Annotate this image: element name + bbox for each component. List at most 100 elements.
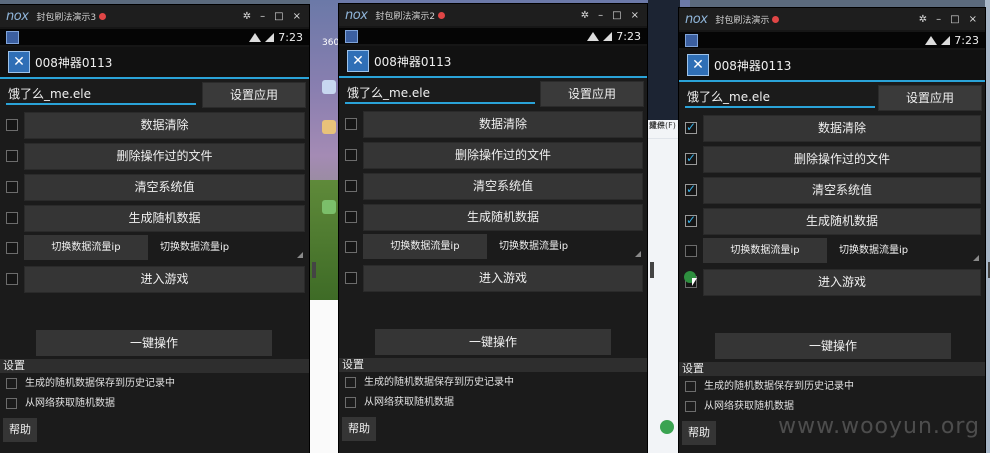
option-save-history[interactable]: 生成的随机数据保存到历史记录中 (345, 375, 514, 391)
desktop-app-icon[interactable] (322, 80, 336, 94)
package-input[interactable]: 饿了么_me.ele (685, 86, 875, 108)
action-row: 数据清除 (339, 111, 647, 138)
app-title: 008神器0113 (714, 58, 792, 73)
desktop-right-edge (985, 0, 990, 453)
action-checkbox[interactable] (345, 118, 357, 130)
option-fetch-network[interactable]: 从网络获取随机数据 (6, 396, 115, 412)
window-resize-handle[interactable] (312, 262, 316, 278)
action-checkbox[interactable] (6, 212, 18, 224)
action-checkbox[interactable] (345, 149, 357, 161)
action-row: 数据清除 (0, 112, 309, 139)
app-x-icon: ✕ (347, 50, 369, 72)
switch-ip-button[interactable]: 切换数据流量ip (24, 235, 148, 260)
action-checkbox[interactable] (6, 181, 18, 193)
desktop-dark-area (648, 0, 680, 120)
action-checkbox[interactable] (685, 151, 697, 165)
action-button[interactable]: 清空系统值 (363, 173, 643, 200)
app-x-icon (685, 33, 698, 47)
action-button[interactable]: 数据清除 (24, 112, 305, 139)
action-checkbox[interactable] (6, 119, 18, 131)
enter-game-button[interactable]: 进入游戏 (24, 266, 305, 293)
maximize-icon[interactable]: □ (612, 10, 621, 21)
set-app-button[interactable]: 设置应用 (540, 81, 644, 107)
window-titlebar[interactable]: nox 封包刷法演示3 ✲ – □ × (0, 5, 309, 27)
checkbox-icon[interactable] (345, 376, 356, 388)
minimize-icon[interactable]: – (936, 14, 941, 25)
window-titlebar[interactable]: nox 封包刷法演示 ✲ – □ × (679, 8, 985, 30)
close-icon[interactable]: × (293, 11, 301, 22)
settings-header: 设置 (0, 359, 309, 373)
action-button[interactable]: 生成随机数据 (703, 208, 981, 235)
one-key-button[interactable]: 一键操作 (375, 329, 611, 355)
gear-icon[interactable]: ✲ (243, 11, 251, 22)
set-app-button[interactable]: 设置应用 (878, 85, 982, 111)
close-icon[interactable]: × (631, 10, 639, 21)
maximize-icon[interactable]: □ (274, 11, 283, 22)
window-titlebar[interactable]: nox 封包刷法演示2 ✲ – □ × (339, 4, 647, 26)
app-content: 饿了么_me.ele 设置应用 数据清除删除操作过的文件清空系统值生成随机数据 … (339, 78, 647, 453)
help-button[interactable]: 帮助 (3, 418, 37, 442)
option-save-history[interactable]: 生成的随机数据保存到历史记录中 (6, 376, 175, 392)
app-x-icon (6, 30, 19, 44)
switch-ip-button[interactable]: 切换数据流量ip (363, 234, 487, 259)
action-button[interactable]: 清空系统值 (703, 177, 981, 204)
enter-game-checkbox[interactable] (6, 273, 18, 285)
checkbox-icon[interactable] (345, 396, 356, 408)
action-button[interactable]: 数据清除 (363, 111, 643, 138)
action-button[interactable]: 生成随机数据 (24, 205, 305, 232)
app-title: 008神器0113 (374, 54, 452, 69)
switch-checkbox[interactable] (6, 242, 18, 254)
action-checkbox[interactable] (685, 182, 697, 196)
action-checkbox[interactable] (685, 120, 697, 134)
action-button[interactable]: 清空系统值 (24, 174, 305, 201)
action-checkbox[interactable] (6, 150, 18, 162)
action-row: 清空系统值 (339, 173, 647, 200)
one-key-button[interactable]: 一键操作 (36, 330, 272, 356)
enter-game-checkbox[interactable] (345, 272, 357, 284)
option-fetch-network[interactable]: 从网络获取随机数据 (685, 399, 794, 415)
package-input[interactable]: 饿了么_me.ele (6, 83, 196, 105)
enter-game-button[interactable]: 进入游戏 (363, 265, 643, 292)
minimize-icon[interactable]: – (260, 11, 265, 22)
action-checkbox[interactable] (345, 211, 357, 223)
desktop-app-icon[interactable] (322, 120, 336, 134)
action-button[interactable]: 数据清除 (703, 115, 981, 142)
close-icon[interactable]: × (969, 14, 977, 25)
app-title: 008神器0113 (35, 55, 113, 70)
emulator-window: nox 封包刷法演示3 ✲ – □ × 7:23 ✕ 008神器0113 饿了么… (0, 5, 309, 453)
checkbox-icon[interactable] (6, 377, 17, 389)
checkbox-icon[interactable] (685, 380, 696, 392)
gear-icon[interactable]: ✲ (919, 14, 927, 25)
switch-ip-spinner[interactable]: 切换数据流量ip (833, 238, 981, 263)
app-action-bar: ✕ 008神器0113 (339, 46, 647, 78)
android-status-bar: 7:23 (0, 29, 309, 45)
minimize-icon[interactable]: – (598, 10, 603, 21)
switch-checkbox[interactable] (345, 241, 357, 253)
switch-checkbox[interactable] (685, 245, 697, 257)
action-checkbox[interactable] (685, 213, 697, 227)
gear-icon[interactable]: ✲ (581, 10, 589, 21)
action-button[interactable]: 生成随机数据 (363, 204, 643, 231)
window-resize-handle[interactable] (650, 262, 654, 278)
switch-ip-spinner[interactable]: 切换数据流量ip (154, 235, 305, 260)
desktop-app-icon[interactable] (322, 200, 336, 214)
enter-game-button[interactable]: 进入游戏 (703, 269, 981, 296)
maximize-icon[interactable]: □ (950, 14, 959, 25)
action-button[interactable]: 删除操作过的文件 (363, 142, 643, 169)
option-save-history[interactable]: 生成的随机数据保存到历史记录中 (685, 379, 854, 395)
app-content: 饿了么_me.ele 设置应用 数据清除删除操作过的文件清空系统值生成随机数据 … (679, 82, 985, 453)
help-button[interactable]: 帮助 (342, 417, 376, 441)
one-key-button[interactable]: 一键操作 (715, 333, 951, 359)
switch-ip-spinner[interactable]: 切换数据流量ip (493, 234, 643, 259)
action-button[interactable]: 删除操作过的文件 (24, 143, 305, 170)
action-button[interactable]: 删除操作过的文件 (703, 146, 981, 173)
checkbox-icon[interactable] (6, 397, 17, 409)
desktop-app-icon[interactable] (660, 420, 674, 434)
option-fetch-network[interactable]: 从网络获取随机数据 (345, 395, 454, 411)
help-button[interactable]: 帮助 (682, 421, 716, 445)
checkbox-icon[interactable] (685, 400, 696, 412)
set-app-button[interactable]: 设置应用 (202, 82, 306, 108)
action-checkbox[interactable] (345, 180, 357, 192)
package-input[interactable]: 饿了么_me.ele (345, 82, 535, 104)
switch-ip-button[interactable]: 切换数据流量ip (703, 238, 827, 263)
